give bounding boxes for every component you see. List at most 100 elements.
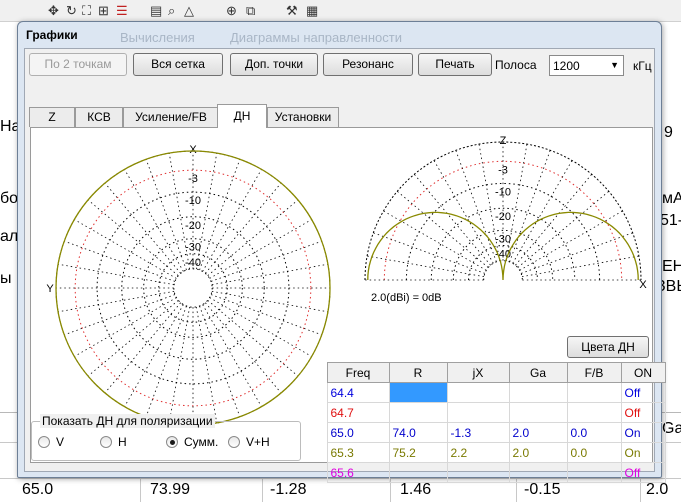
table-cell-freq[interactable]: 65.6 (326, 462, 390, 483)
copy-icon[interactable]: ⧉ (246, 4, 255, 18)
table-row[interactable]: 65.3 75.2 2.2 2.0 0.0 On (321, 442, 666, 463)
dialog-titlebar[interactable]: Графики Вычисления Диаграммы направленно… (18, 22, 661, 48)
grid-spoke (87, 199, 179, 276)
table-cell-r[interactable] (388, 462, 448, 483)
table-cell-freq[interactable]: 64.4 (326, 382, 390, 403)
background-cell: -1.28 (270, 481, 307, 498)
radio-v-plus-h-label[interactable]: V+H (246, 435, 270, 449)
table-cell-fb[interactable] (566, 462, 622, 483)
tab-gain-fb[interactable]: Усиление/FB (123, 107, 219, 127)
column-header-on[interactable]: ON (620, 362, 666, 383)
dialog-client: По 2 точкам Вся сетка Доп. точки Резонан… (24, 48, 666, 483)
radio-sum[interactable] (166, 436, 178, 448)
tab-z[interactable]: Z (29, 107, 75, 127)
table-row[interactable]: 64.7 Off (321, 402, 666, 423)
ring-label: -20 (495, 211, 511, 223)
table-cell-on[interactable]: Off (620, 382, 666, 403)
column-header-fb[interactable]: F/B (566, 362, 622, 383)
ring-label: -3 (188, 173, 198, 185)
dialog-title: Графики (26, 28, 78, 42)
table-cell-r[interactable]: 75.2 (388, 442, 448, 463)
background-cell: 2.0 (646, 481, 669, 498)
extra-points-button[interactable]: Доп. точки (230, 53, 318, 76)
table-cell-fb[interactable]: 0.0 (566, 422, 622, 443)
grid-spoke (207, 199, 299, 276)
print-button[interactable]: Печать (418, 53, 492, 76)
table-cell-r[interactable] (388, 382, 448, 403)
chevron-down-icon[interactable]: ▼ (610, 60, 619, 70)
full-grid-button[interactable]: Вся сетка (133, 53, 223, 76)
zoom-icon[interactable]: ⊞ (98, 4, 109, 18)
table-cell-ga[interactable] (508, 402, 568, 423)
table-cell-ga[interactable]: 2.0 (508, 422, 568, 443)
column-header-jx[interactable]: jX (446, 362, 510, 383)
table-cell-ga[interactable] (508, 382, 568, 403)
background-text: мА (662, 190, 681, 207)
table-cell-jx[interactable]: 2.2 (446, 442, 510, 463)
tools-icon[interactable]: ⚒ (286, 4, 298, 18)
frequency-table: Freq R jX Ga F/B ON 64.4 Off 64.7 Off 65.0 74… (321, 362, 666, 483)
background-toolbar: ✥ ↻ ⛶ ⊞ ☰ ▤ ⌕ △ ⊕ ⧉ ⚒ ▦ (0, 0, 681, 22)
table-cell-freq[interactable]: 65.0 (326, 422, 390, 443)
table-cell-jx[interactable] (446, 382, 510, 403)
band-select[interactable]: 1200 ▼ (549, 55, 624, 76)
radio-v-plus-h[interactable] (228, 436, 240, 448)
pattern-colors-button[interactable]: Цвета ДН (567, 336, 649, 358)
target-icon[interactable]: ⊕ (226, 4, 237, 18)
table-cell-on[interactable]: On (620, 442, 666, 463)
resonance-button[interactable]: Резонанс (323, 53, 413, 76)
polarization-group: Показать ДН для поляризации V H Сумм. V+… (31, 414, 301, 461)
table-row[interactable]: 64.4 Off (321, 382, 666, 403)
table-cell-jx[interactable]: -1.3 (446, 422, 510, 443)
table-cell-on[interactable]: Off (620, 462, 666, 483)
triangle-icon[interactable]: △ (184, 4, 194, 18)
grid-ring (121, 216, 265, 360)
ring-label: -10 (185, 195, 201, 207)
calculator-icon[interactable]: ▦ (306, 4, 318, 18)
grid-spoke (205, 302, 282, 394)
band-label: Полоса (495, 58, 537, 72)
table-cell-r[interactable]: 74.0 (388, 422, 448, 443)
table-cell-ga[interactable]: 2.0 (508, 442, 568, 463)
magnifier-icon[interactable]: ⌕ (168, 4, 175, 18)
grid-spoke (205, 182, 282, 274)
ring-label: -30 (185, 242, 201, 254)
radio-v[interactable] (38, 436, 50, 448)
grid-ring (173, 268, 213, 308)
document-icon[interactable]: ▤ (150, 4, 162, 18)
table-cell-on[interactable]: On (620, 422, 666, 443)
table-cell-fb[interactable] (566, 382, 622, 403)
table-cell-fb[interactable] (566, 402, 622, 423)
radio-h-label[interactable]: H (118, 435, 127, 449)
column-header-ga[interactable]: Ga (508, 362, 568, 383)
radio-sum-label[interactable]: Сумм. (184, 435, 218, 449)
table-cell-freq[interactable]: 65.3 (326, 442, 390, 463)
table-cell-freq[interactable]: 64.7 (326, 402, 390, 423)
table-cell-r[interactable] (388, 402, 448, 423)
rotate-icon[interactable]: ↻ (66, 4, 77, 18)
band-value: 1200 (553, 59, 580, 73)
tab-pattern[interactable]: ДН (217, 104, 267, 128)
table-cell-on[interactable]: Off (620, 402, 666, 423)
grid-spoke (509, 150, 551, 262)
grid-spoke (87, 300, 179, 377)
radio-h[interactable] (100, 436, 112, 448)
column-header-freq[interactable]: Freq (326, 362, 390, 383)
table-row[interactable]: 65.6 Off (321, 462, 666, 483)
table-cell-jx[interactable] (446, 402, 510, 423)
two-points-button[interactable]: По 2 точкам (29, 53, 127, 76)
table-cell-jx[interactable] (446, 462, 510, 483)
table-row[interactable]: 65.0 74.0 -1.3 2.0 0.0 On (321, 422, 666, 443)
fit-icon[interactable]: ⛶ (82, 4, 91, 18)
radio-v-label[interactable]: V (56, 435, 64, 449)
tab-swr[interactable]: КСВ (75, 107, 123, 127)
background-text: 51- (660, 212, 681, 229)
column-header-r[interactable]: R (388, 362, 448, 383)
bars-icon[interactable]: ☰ (116, 4, 128, 18)
polarization-legend: Показать ДН для поляризации (40, 414, 215, 428)
table-cell-fb[interactable]: 0.0 (566, 442, 622, 463)
tab-settings[interactable]: Установки (267, 107, 339, 127)
table-cell-ga[interactable] (508, 462, 568, 483)
move-icon[interactable]: ✥ (48, 4, 59, 18)
grid-spoke (104, 182, 181, 274)
